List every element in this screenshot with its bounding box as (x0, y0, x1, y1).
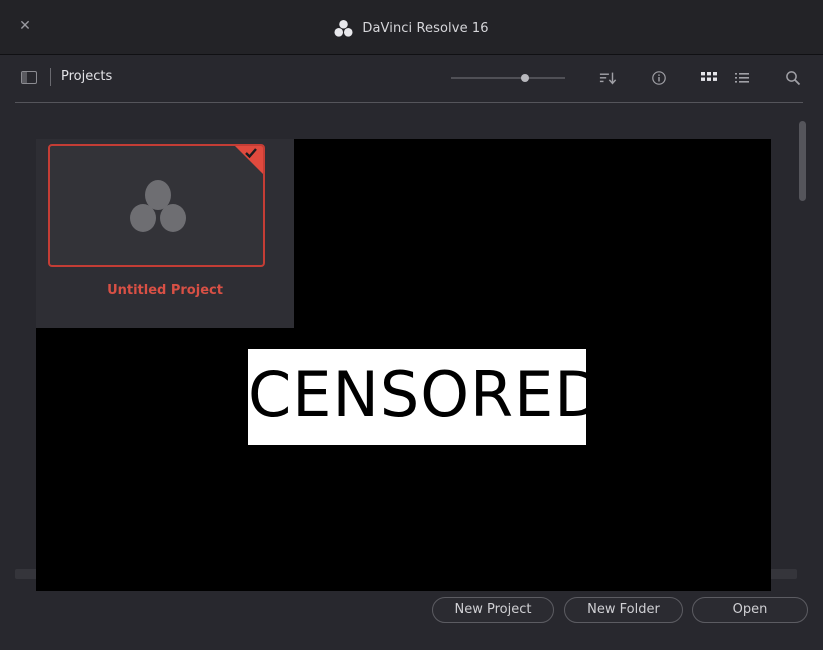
page-title: Projects (61, 69, 113, 84)
censored-label: CENSORED (248, 358, 603, 431)
window-title: DaVinci Resolve 16 (362, 20, 489, 36)
slider-track (451, 77, 565, 79)
new-folder-button[interactable]: New Folder (564, 597, 683, 623)
project-manager-toolbar: Projects (15, 54, 803, 103)
list-view-icon[interactable] (734, 70, 752, 86)
search-icon[interactable] (784, 70, 802, 86)
project-name[interactable]: Untitled Project (36, 283, 294, 298)
toolbar-divider (50, 68, 51, 86)
new-project-button[interactable]: New Project (432, 597, 554, 623)
thumbnail-size-slider[interactable] (451, 74, 565, 82)
project-thumbnail[interactable] (48, 144, 265, 267)
open-button[interactable]: Open (692, 597, 808, 623)
sort-icon[interactable] (599, 70, 617, 86)
info-icon[interactable] (650, 70, 668, 86)
title-bar: ✕ DaVinci Resolve 16 (0, 0, 823, 55)
project-placeholder-icon (130, 180, 186, 232)
sidebar-toggle-icon[interactable] (21, 71, 37, 84)
project-tile[interactable]: Untitled Project (36, 139, 294, 328)
slider-thumb[interactable] (521, 74, 530, 82)
censored-label-box: CENSORED (248, 349, 603, 445)
checkmark-icon (245, 148, 257, 159)
davinci-resolve-logo-icon (334, 19, 353, 37)
grid-view-icon[interactable] (700, 70, 718, 86)
bottom-action-bar: New Project New Folder Open (0, 592, 823, 650)
vertical-scrollbar[interactable] (799, 121, 806, 201)
window-title-group: DaVinci Resolve 16 (0, 17, 823, 39)
